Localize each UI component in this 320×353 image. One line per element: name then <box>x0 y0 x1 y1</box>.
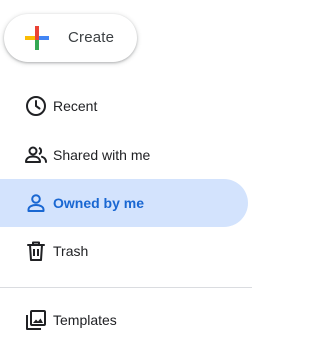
clock-icon <box>26 96 46 116</box>
nav-item-shared-with-me[interactable]: Shared with me <box>0 131 248 179</box>
person-icon <box>27 194 45 212</box>
nav-item-label: Shared with me <box>53 147 151 163</box>
create-button[interactable]: Create <box>4 14 137 62</box>
nav-item-templates[interactable]: Templates <box>0 296 248 344</box>
nav-item-recent[interactable]: Recent <box>0 82 248 130</box>
divider <box>0 287 252 288</box>
nav-item-trash[interactable]: Trash <box>0 227 248 275</box>
templates-icon <box>26 310 46 330</box>
people-icon <box>25 146 47 163</box>
trash-icon <box>27 241 45 261</box>
plus-icon <box>25 26 49 50</box>
nav-item-label: Trash <box>53 243 89 259</box>
create-label: Create <box>68 29 115 46</box>
nav-item-label: Owned by me <box>53 195 145 211</box>
nav-item-owned-by-me[interactable]: Owned by me <box>0 179 248 227</box>
nav-item-label: Templates <box>53 312 117 328</box>
nav-item-label: Recent <box>53 98 98 114</box>
